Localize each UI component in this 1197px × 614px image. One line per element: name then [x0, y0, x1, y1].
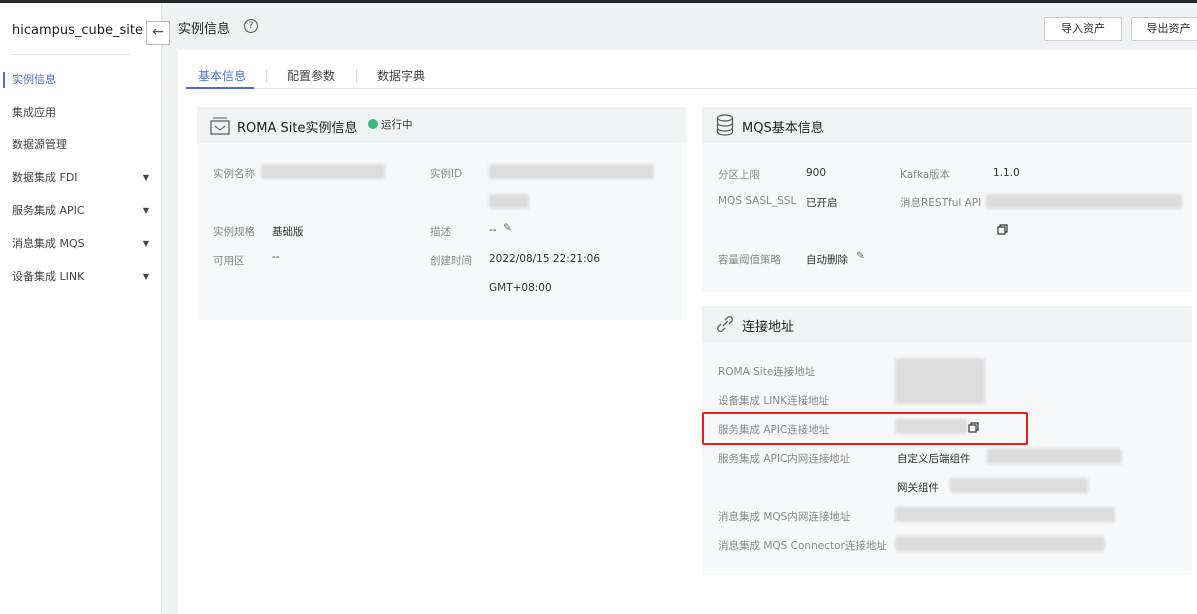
link-address-label: 设备集成 LINK连接地址 — [718, 395, 830, 407]
copy-icon[interactable] — [997, 224, 1008, 235]
created-label: 创建时间 — [430, 255, 472, 267]
sidebar-item-label: 集成应用 — [12, 106, 56, 119]
site-name: hicampus_cube_site — [12, 23, 144, 38]
card-title: 连接地址 — [742, 320, 795, 335]
spec-label: 实例规格 — [213, 226, 255, 238]
sidebar-item-integration-apps[interactable]: 集成应用 — [0, 103, 162, 123]
caret-down-icon: ▼ — [142, 173, 149, 182]
roma-site-card: ROMA Site实例信息 运行中 实例名称 实例ID 实例规格 基础版 描述 … — [197, 107, 686, 320]
database-icon — [716, 114, 734, 136]
status-badge: 运行中 — [368, 117, 413, 132]
sidebar-item-label: 数据源管理 — [12, 138, 67, 151]
description-label: 描述 — [430, 226, 451, 238]
mqs-connector-address-label: 消息集成 MQS Connector连接地址 — [718, 540, 887, 552]
sidebar-item-fdi[interactable]: 数据集成 FDI ▼ — [0, 168, 162, 188]
sasl-label: MQS SASL_SSL — [718, 195, 797, 207]
active-tab-indicator — [186, 87, 254, 89]
arrow-left-icon: ← — [152, 24, 164, 40]
partition-label: 分区上限 — [718, 169, 760, 181]
policy-value: 自动删除 — [806, 254, 848, 266]
spec-value: 基础版 — [272, 226, 304, 238]
instance-id-value-redacted — [489, 164, 654, 179]
instance-name-value-redacted — [261, 164, 385, 179]
help-icon[interactable]: ? — [244, 19, 258, 33]
created-value: 2022/08/15 22:21:06 — [489, 253, 601, 265]
sidebar-item-apic[interactable]: 服务集成 APIC ▼ — [0, 201, 162, 221]
tab-separator — [356, 69, 357, 83]
collapse-sidebar-button[interactable]: ← — [146, 21, 170, 45]
instance-id-label: 实例ID — [430, 168, 463, 180]
card-header: 连接地址 — [702, 306, 1192, 342]
divider — [12, 54, 130, 55]
policy-label: 容量阈值策略 — [718, 254, 781, 266]
sidebar-item-mqs[interactable]: 消息集成 MQS ▼ — [0, 234, 162, 254]
sidebar-item-label: 实例信息 — [12, 73, 56, 86]
partition-value: 900 — [806, 167, 827, 179]
gateway-label: 网关组件 — [897, 482, 939, 494]
tab-basic-info[interactable]: 基本信息 — [198, 67, 246, 84]
address-redacted — [895, 358, 985, 404]
window-top-bar — [0, 0, 1197, 3]
edit-icon[interactable]: ✎ — [856, 250, 865, 262]
kafka-value: 1.1.0 — [993, 167, 1020, 179]
custom-backend-label: 自定义后端组件 — [897, 453, 971, 465]
instance-id-value-redacted — [489, 194, 529, 209]
import-assets-button[interactable]: 导入资产 — [1044, 17, 1122, 41]
az-value: -- — [272, 251, 280, 263]
tab-bar: 基本信息 配置参数 数据字典 — [186, 65, 1197, 89]
address-redacted — [895, 536, 1105, 551]
site-icon — [210, 117, 230, 135]
status-running-icon — [368, 119, 378, 129]
address-redacted — [895, 507, 1115, 522]
tab-separator — [266, 69, 267, 83]
tab-data-dictionary[interactable]: 数据字典 — [377, 67, 425, 84]
mqs-internal-address-label: 消息集成 MQS内网连接地址 — [718, 511, 851, 523]
instance-name-label: 实例名称 — [213, 168, 255, 180]
kafka-label: Kafka版本 — [900, 169, 951, 181]
sidebar-item-label: 设备集成 LINK — [12, 270, 85, 283]
card-title: ROMA Site实例信息 — [237, 121, 358, 136]
sidebar-item-label: 消息集成 MQS — [12, 237, 85, 250]
caret-down-icon: ▼ — [142, 239, 149, 248]
export-assets-button[interactable]: 导出资产 — [1131, 17, 1197, 41]
sidebar-item-label: 服务集成 APIC — [12, 204, 85, 217]
sidebar-item-instance-info[interactable]: 实例信息 — [0, 70, 162, 90]
az-label: 可用区 — [213, 255, 245, 267]
tab-config-params[interactable]: 配置参数 — [287, 67, 335, 84]
highlight-box — [702, 412, 1028, 445]
sidebar-item-label: 数据集成 FDI — [12, 171, 78, 184]
timezone-value: GMT+08:00 — [489, 282, 552, 294]
status-text: 运行中 — [381, 119, 413, 131]
card-header: MQS基本信息 — [702, 107, 1192, 143]
sidebar-item-link[interactable]: 设备集成 LINK ▼ — [0, 267, 162, 287]
roma-site-address-label: ROMA Site连接地址 — [718, 366, 816, 378]
restful-value-redacted — [986, 194, 1182, 209]
edit-icon[interactable]: ✎ — [503, 222, 512, 234]
sasl-value: 已开启 — [806, 197, 838, 209]
caret-down-icon: ▼ — [142, 206, 149, 215]
card-title: MQS基本信息 — [742, 121, 824, 136]
sidebar-item-datasource[interactable]: 数据源管理 — [0, 135, 162, 155]
apic-internal-address-label: 服务集成 APIC内网连接地址 — [718, 453, 851, 465]
address-redacted — [950, 478, 1088, 493]
page-title: 实例信息 — [178, 22, 231, 37]
card-header: ROMA Site实例信息 运行中 — [197, 107, 686, 143]
caret-down-icon: ▼ — [142, 272, 149, 281]
address-redacted — [987, 449, 1122, 464]
link-icon — [717, 316, 733, 332]
mqs-card: MQS基本信息 分区上限 900 Kafka版本 1.1.0 MQS SASL_… — [702, 107, 1192, 292]
description-value: -- — [489, 224, 497, 236]
sidebar: hicampus_cube_site 实例信息 集成应用 数据源管理 数据集成 … — [0, 3, 162, 614]
restful-label: 消息RESTful API — [900, 197, 982, 209]
